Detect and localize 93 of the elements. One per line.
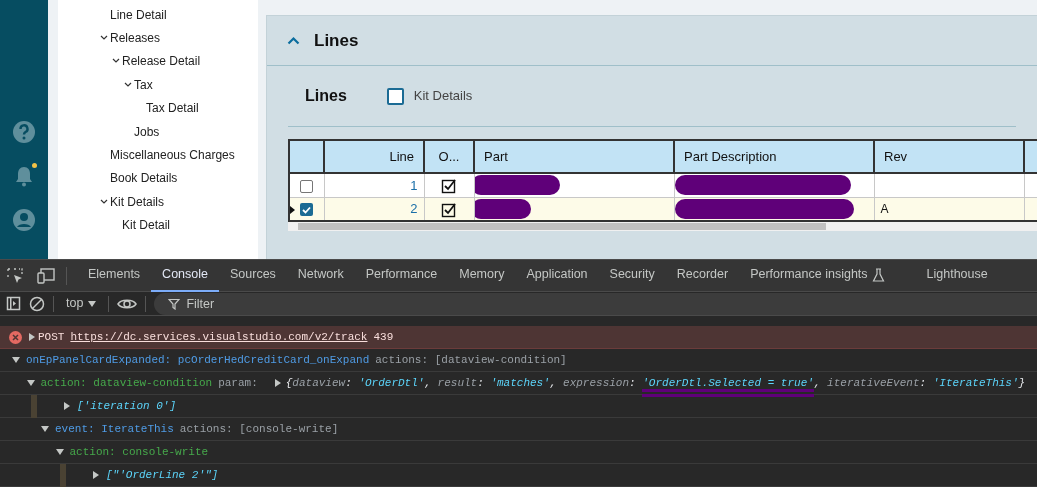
device-toolbar-icon[interactable]: [36, 266, 56, 285]
panel-title: Lines: [314, 29, 359, 52]
inspect-element-icon[interactable]: [6, 266, 24, 285]
tree-item[interactable]: Releases: [110, 29, 161, 48]
console-text: action: dataview-condition: [40, 375, 213, 391]
scrollbar-thumb[interactable]: [298, 223, 826, 230]
console-text: 'OrderDtl': [358, 375, 425, 391]
console-text: result: [437, 375, 478, 391]
collapsed-arrow-icon[interactable]: [28, 333, 36, 341]
tree-item[interactable]: Line Detail: [110, 5, 167, 24]
chevron-up-icon[interactable]: [287, 36, 300, 45]
console-text: action: console-write: [69, 444, 209, 460]
expanded-arrow-icon[interactable]: [12, 356, 20, 364]
devtools-tab[interactable]: Security: [598, 260, 666, 292]
section-title: Lines: [305, 86, 347, 106]
tree-item[interactable]: Jobs: [134, 122, 160, 141]
clear-console-icon[interactable]: [29, 295, 45, 312]
row-checkbox[interactable]: [300, 203, 314, 217]
line-number: 2: [410, 201, 418, 216]
tree-item[interactable]: Kit Details: [110, 192, 165, 211]
current-row-indicator-icon: [290, 205, 295, 214]
console-text: iterativeEvent: [827, 375, 920, 391]
console-text: ,: [813, 375, 822, 391]
flask-icon: [871, 267, 885, 282]
table-cell: A: [880, 202, 889, 216]
request-method: POST: [38, 329, 65, 345]
row-checkbox[interactable]: [300, 179, 314, 193]
account-icon[interactable]: [12, 208, 36, 232]
console-text: ,: [424, 375, 432, 391]
horizontal-scrollbar[interactable]: [288, 222, 1037, 231]
devtools-tab[interactable]: Performance: [354, 260, 449, 292]
console-text: :: [919, 375, 928, 391]
tree-item[interactable]: Miscellaneous Charges: [110, 146, 235, 165]
chevron-down-icon[interactable]: [99, 197, 110, 206]
current-row[interactable]: 2 A: [289, 197, 1037, 221]
message-marker: [60, 463, 66, 487]
console-text: actions: [dataview-condition]: [375, 352, 567, 368]
expanded-arrow-icon[interactable]: [55, 448, 64, 456]
devtools-tab[interactable]: Lighthouse: [915, 260, 999, 292]
sidebar-toggle-icon[interactable]: [6, 296, 21, 311]
console-text: 'IterateThis': [932, 375, 1019, 391]
console-text: onEpPanelCardExpanded: pcOrderHedCreditCard_onExpand: [26, 352, 370, 368]
devtools-tab[interactable]: Console: [151, 260, 219, 292]
devtools-tab[interactable]: Elements: [77, 260, 152, 292]
console-text: :: [477, 375, 485, 391]
status-code: 439: [373, 329, 394, 345]
error-icon: [9, 330, 22, 344]
context-selector[interactable]: top: [62, 294, 101, 313]
kit-details-checkbox[interactable]: [386, 87, 404, 105]
collapsed-arrow-icon[interactable]: [63, 402, 71, 410]
message-marker: [31, 394, 37, 418]
console-text: ['iteration 0']: [77, 398, 177, 414]
column-header[interactable]: Part Description: [674, 140, 874, 173]
console-text: dataview: [292, 375, 346, 391]
devtools-tab[interactable]: Sources: [219, 260, 287, 292]
console-text: ,: [549, 375, 558, 391]
column-header[interactable]: Rev: [874, 140, 1024, 173]
console-text: {: [285, 375, 293, 391]
line-number: 1: [410, 177, 418, 193]
console-text: actions: [console-write]: [179, 421, 339, 437]
tree-item[interactable]: Tax Detail: [146, 99, 199, 118]
console-text: expression: [563, 375, 630, 391]
tree-item[interactable]: Release Detail: [122, 52, 201, 71]
console-text: :: [345, 375, 353, 391]
devtools-tab[interactable]: Application: [515, 260, 599, 292]
chevron-down-icon[interactable]: [123, 80, 134, 89]
devtools-tab[interactable]: Recorder: [665, 260, 740, 292]
filter-field[interactable]: Filter: [154, 292, 1037, 315]
console-text: :: [629, 375, 637, 391]
request-link[interactable]: https://dc.services.visualstudio.com/v2/track: [70, 328, 368, 346]
console-text: }: [1018, 375, 1026, 391]
dropdown-icon: [88, 300, 97, 307]
expanded-arrow-icon[interactable]: [41, 425, 49, 433]
devtools-tab[interactable]: Memory: [448, 260, 516, 292]
console-text: 'matches': [490, 375, 550, 391]
tree-item[interactable]: Book Details: [110, 169, 178, 188]
help-icon[interactable]: [12, 120, 36, 144]
collapsed-arrow-icon[interactable]: [92, 471, 100, 479]
collapsed-arrow-icon[interactable]: [273, 379, 282, 387]
filter-icon: [168, 297, 181, 310]
console-text: ["'OrderLine 2'"]: [106, 467, 219, 483]
grid-row[interactable]: 1: [289, 173, 1037, 197]
tree-item[interactable]: Kit Detail: [122, 216, 171, 235]
column-header[interactable]: Part: [474, 140, 674, 173]
column-header[interactable]: [289, 140, 324, 173]
devtools-tab[interactable]: Performance insights: [739, 260, 896, 292]
console-text: param:: [218, 375, 258, 391]
expanded-arrow-icon[interactable]: [26, 379, 35, 387]
console-text: 'OrderDtl.Selected = true': [642, 374, 814, 392]
tree-item[interactable]: Tax: [134, 75, 153, 94]
devtools-tab[interactable]: Network: [286, 260, 355, 292]
console-text: event: IterateThis: [55, 421, 174, 437]
checkbox-label: Kit Details: [413, 87, 473, 106]
